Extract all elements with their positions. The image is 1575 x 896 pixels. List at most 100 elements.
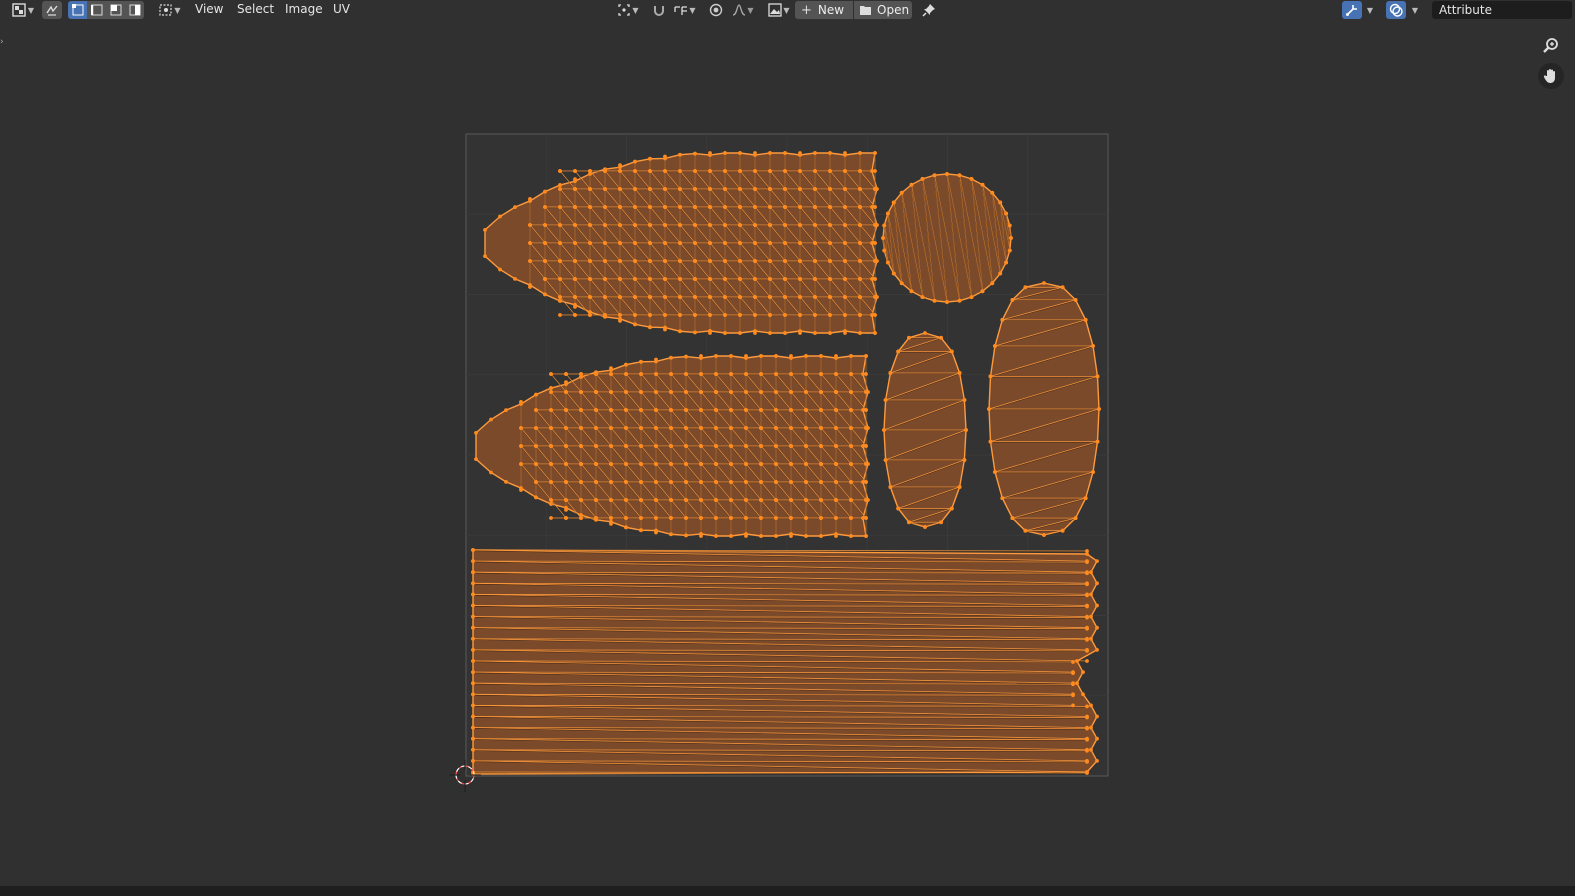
uv-vertex: [708, 295, 712, 299]
uv-vertex: [738, 331, 742, 335]
uv-vertex: [669, 426, 673, 430]
uv-vertex: [990, 281, 995, 286]
uv-vertex: [1073, 516, 1078, 521]
uv-vertex: [573, 277, 577, 281]
vertex-select-mode-button[interactable]: [68, 1, 87, 19]
uv-vertex: [678, 187, 682, 191]
editor-type-button[interactable]: ▼: [8, 1, 38, 19]
uv-vertex: [678, 329, 682, 334]
browse-image-button[interactable]: ▼: [765, 1, 793, 19]
uv-vertex: [819, 390, 823, 394]
new-image-button[interactable]: + New: [795, 1, 853, 19]
uv-vertex: [804, 444, 808, 448]
uv-vertex: [504, 479, 508, 484]
uv-vertex: [768, 277, 772, 281]
snap-toggle-button[interactable]: [650, 1, 668, 19]
open-image-button[interactable]: Open: [854, 1, 912, 19]
uv-vertex: [549, 372, 553, 376]
snap-target-button[interactable]: ▼: [670, 1, 700, 19]
uv-vertex: [624, 516, 628, 520]
uv-vertex: [603, 295, 607, 299]
uv-island-large-ellipse[interactable]: [987, 281, 1101, 537]
falloff-type-button[interactable]: ▼: [728, 1, 758, 19]
uv-vertex: [1085, 737, 1089, 742]
menu-view[interactable]: View: [195, 2, 223, 16]
pivot-point-button[interactable]: ▼: [614, 1, 642, 19]
menu-select[interactable]: Select: [237, 2, 274, 16]
uv-vertex: [834, 498, 838, 502]
uv-vertex: [939, 520, 943, 525]
uv-vertex: [573, 223, 577, 227]
uv-vertex: [873, 241, 877, 245]
uv-vertex: [849, 372, 853, 376]
uv-vertex: [564, 380, 568, 385]
pin-image-button[interactable]: [919, 1, 939, 19]
uv-vertex: [633, 159, 637, 164]
uv-vertex: [693, 259, 697, 263]
uv-viewport[interactable]: ›: [0, 20, 1575, 886]
chevron-down-icon: ▼: [27, 5, 35, 15]
menu-image[interactable]: Image: [285, 2, 323, 16]
uv-vertex: [753, 205, 757, 209]
sync-selection-button[interactable]: [42, 1, 62, 19]
uv-vertex: [699, 390, 703, 394]
uv-island-small-ellipse[interactable]: [882, 331, 968, 529]
uv-vertex: [1085, 637, 1089, 642]
uv-vertex: [819, 534, 823, 538]
uv-vertex: [678, 295, 682, 299]
uv-islands[interactable]: [471, 151, 1101, 776]
uv-vertex: [1083, 496, 1088, 500]
uv-vertex: [949, 349, 954, 354]
pan-view-button[interactable]: [1538, 63, 1564, 89]
uv-vertex: [864, 372, 868, 376]
uv-vertex: [639, 528, 643, 533]
gizmo-options-dropdown[interactable]: ▼: [1363, 1, 1377, 19]
uv-vertex: [549, 462, 553, 466]
uv-vertex: [774, 516, 778, 520]
uv-vertex: [1095, 759, 1099, 763]
uv-vertex: [909, 289, 914, 294]
uv-vertex: [828, 277, 832, 281]
uv-vertex: [663, 223, 667, 227]
face-select-mode-button[interactable]: [106, 1, 125, 19]
uv-vertex: [558, 299, 562, 303]
show-overlays-button[interactable]: [1386, 1, 1406, 19]
uv-vertex: [993, 470, 997, 474]
show-gizmo-button[interactable]: [1342, 1, 1362, 19]
uv-vertex: [624, 525, 628, 530]
uv-vertex: [564, 462, 568, 466]
uv-vertex: [883, 398, 888, 402]
overlays-options-dropdown[interactable]: ▼: [1408, 1, 1422, 19]
uv-vertex: [558, 183, 562, 187]
uv-island-circle[interactable]: [881, 172, 1013, 304]
uv-vertex: [594, 426, 598, 430]
attribute-name-field[interactable]: Attribute: [1432, 1, 1572, 19]
uv-vertex: [932, 173, 937, 178]
uv-vertex: [813, 241, 817, 245]
uv-vertex: [609, 426, 613, 430]
uv-vertex: [723, 259, 727, 263]
uv-vertex: [843, 259, 847, 263]
uv-vertex: [639, 390, 643, 394]
vertex-select-icon: [71, 4, 83, 16]
uv-vertex: [768, 295, 772, 299]
new-image-label: New: [817, 3, 845, 17]
uv-vertex: [528, 223, 532, 227]
uv-vertex: [684, 408, 688, 412]
zoom-view-button[interactable]: [1538, 33, 1564, 59]
menu-uv[interactable]: UV: [333, 2, 350, 16]
uv-vertex: [873, 313, 877, 317]
uv-vertex: [534, 480, 538, 484]
island-select-mode-button[interactable]: [125, 1, 144, 19]
proportional-editing-button[interactable]: [707, 1, 725, 19]
uv-vertex: [699, 516, 703, 520]
uv-vertex: [819, 426, 823, 430]
uv-vertex: [798, 259, 802, 263]
uv-vertex: [669, 532, 673, 537]
uv-island-long-strip[interactable]: [471, 548, 1099, 776]
sticky-selection-button[interactable]: ▼: [156, 1, 184, 19]
uv-vertex: [1071, 693, 1075, 698]
island-select-icon: [129, 4, 140, 16]
edge-select-mode-button[interactable]: [87, 1, 106, 19]
uv-vertex: [594, 480, 598, 484]
